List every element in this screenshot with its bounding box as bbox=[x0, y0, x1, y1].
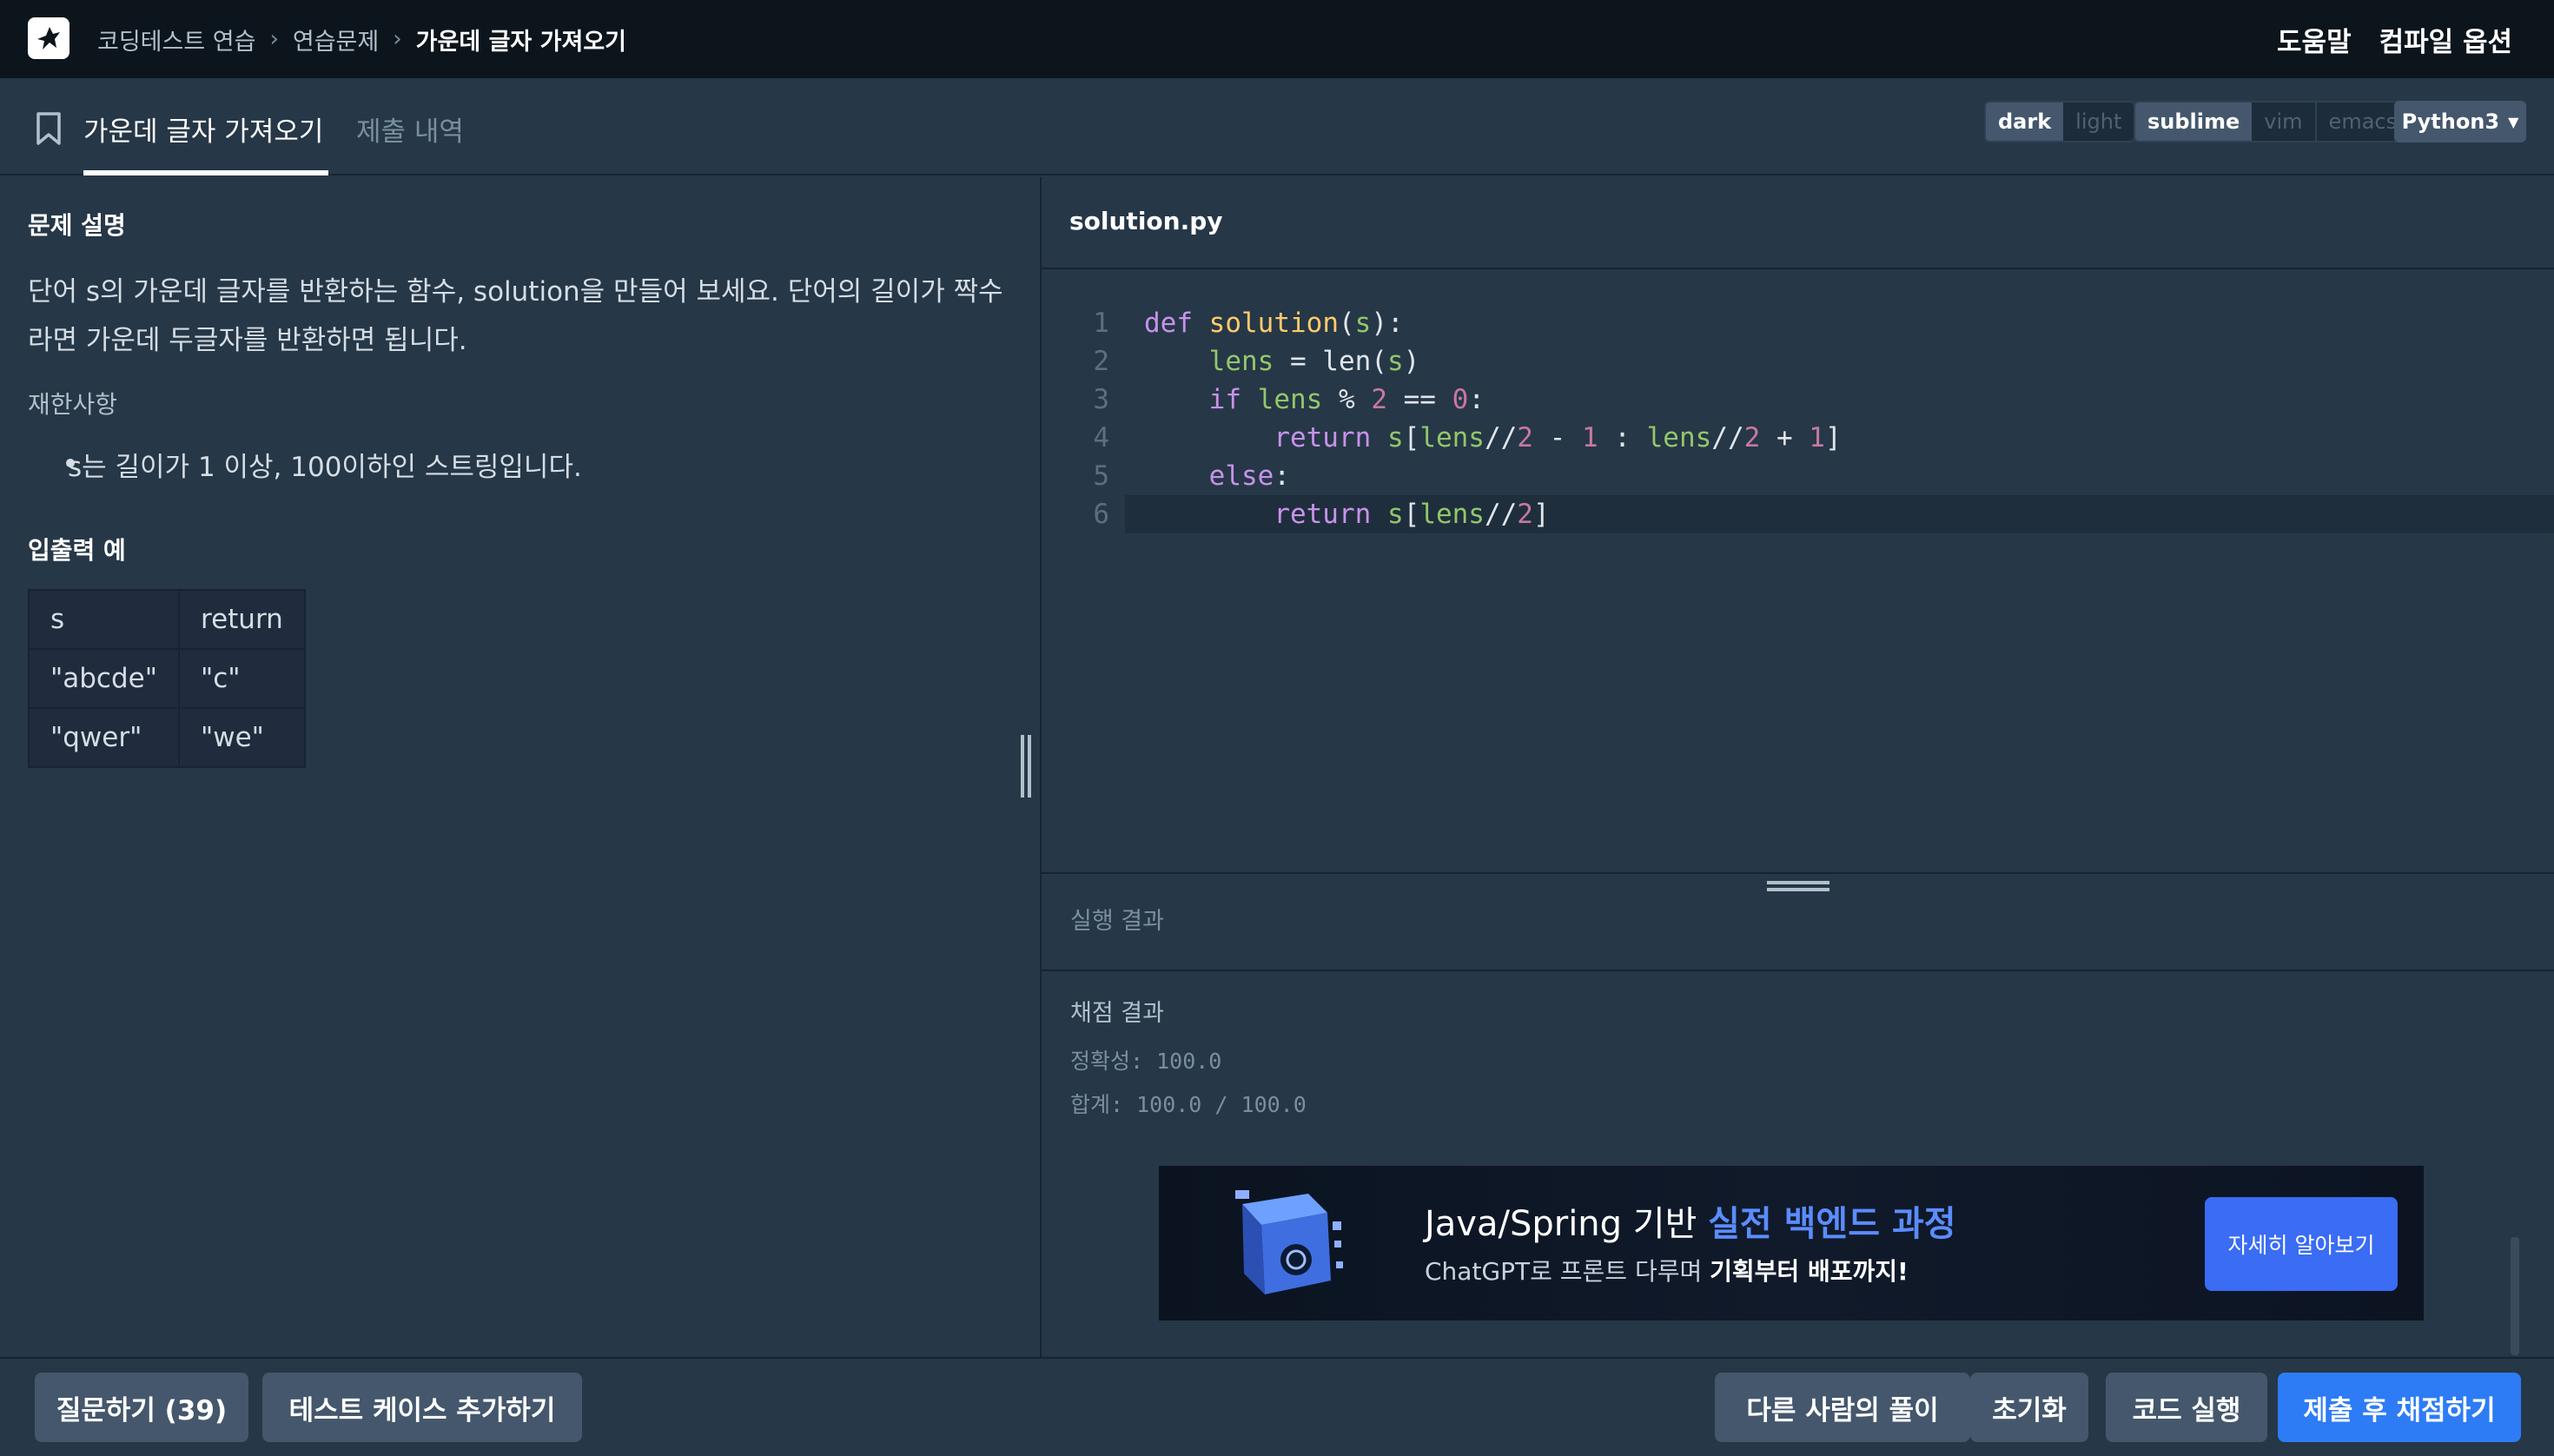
keymap-sublime-option[interactable]: sublime bbox=[2135, 103, 2253, 141]
add-testcase-button[interactable]: 테스트 케이스 추가하기 bbox=[262, 1373, 582, 1442]
ad-headline-plain: Java/Spring 기반 bbox=[1425, 1204, 1709, 1244]
table-header-row: s return bbox=[28, 589, 306, 650]
results-scrollbar[interactable] bbox=[2511, 1237, 2519, 1355]
table-row: "abcde" "c" bbox=[28, 648, 306, 709]
theme-dark-option[interactable]: dark bbox=[1986, 103, 2064, 141]
code-line: 1 def solution(s): bbox=[1042, 304, 2554, 342]
grade-result-title: 채점 결과 bbox=[1070, 1000, 1164, 1027]
filename-label: solution.py bbox=[1069, 207, 1223, 235]
tab-submissions[interactable]: 제출 내역 bbox=[356, 109, 464, 149]
line-number: 1 bbox=[1093, 308, 1109, 339]
total-text: 합계: 100.0 / 100.0 bbox=[1070, 1092, 1307, 1117]
programmers-logo[interactable] bbox=[28, 17, 69, 59]
breadcrumb: 코딩테스트 연습 › 연습문제 › 가운데 글자 가져오기 bbox=[97, 0, 626, 78]
code-line-current: 6 return s[lens//2] bbox=[1093, 495, 2554, 533]
chevron-right-icon: › bbox=[269, 26, 279, 52]
bird-logo-icon bbox=[37, 27, 60, 50]
ad-subline: ChatGPT로 프론트 다루며 기획부터 배포까지! bbox=[1425, 1253, 1909, 1287]
code-editor[interactable]: 1 def solution(s): 2 lens = len(s) 3 if … bbox=[1042, 269, 2554, 872]
limit-item: s는 길이가 1 이상, 100이하인 스트링입니다. bbox=[68, 452, 582, 483]
run-code-button[interactable]: 코드 실행 bbox=[2106, 1373, 2267, 1442]
code-text: else: bbox=[1208, 460, 1290, 492]
horizontal-divider bbox=[1042, 872, 2554, 874]
active-tab-indicator bbox=[83, 170, 328, 175]
chevron-right-icon: › bbox=[393, 26, 402, 52]
table-header: return bbox=[178, 589, 306, 650]
reset-button[interactable]: 초기화 bbox=[1970, 1373, 2088, 1442]
horizontal-resize-handle[interactable] bbox=[1767, 881, 1829, 897]
limits-title: 재한사항 bbox=[28, 390, 118, 419]
table-cell: "qwer" bbox=[28, 707, 180, 768]
top-right-menu: 도움말 컴파일 옵션 bbox=[2277, 0, 2512, 78]
line-number: 5 bbox=[1093, 460, 1109, 492]
breadcrumb-coding-test[interactable]: 코딩테스트 연습 bbox=[97, 23, 255, 56]
others-solutions-button[interactable]: 다른 사람의 풀이 bbox=[1715, 1373, 1970, 1442]
code-line: 4 return s[lens//2 - 1 : lens//2 + 1] bbox=[1042, 419, 2554, 457]
ad-learn-more-button[interactable]: 자세히 알아보기 bbox=[2205, 1197, 2398, 1291]
theme-toggle: dark light bbox=[1984, 101, 2136, 142]
run-result-title: 실행 결과 bbox=[1070, 908, 1164, 935]
table-header: s bbox=[28, 589, 180, 650]
tab-problem[interactable]: 가운데 글자 가져오기 bbox=[83, 109, 323, 149]
ad-subline-strong: 기획부터 배포까지! bbox=[1710, 1257, 1909, 1286]
line-number: 6 bbox=[1093, 499, 1109, 530]
results-divider bbox=[1042, 970, 2554, 971]
compile-options-link[interactable]: 컴파일 옵션 bbox=[2379, 20, 2512, 59]
submit-button[interactable]: 제출 후 채점하기 bbox=[2278, 1373, 2521, 1442]
tab-bar: 가운데 글자 가져오기 제출 내역 dark light sublime vim… bbox=[0, 78, 2554, 175]
bookmark-icon[interactable] bbox=[33, 111, 64, 146]
spring-boot-box-icon bbox=[1235, 1190, 1343, 1294]
code-text: if lens % 2 == 0: bbox=[1208, 384, 1485, 415]
line-number: 3 bbox=[1093, 384, 1109, 415]
keymap-vim-option[interactable]: vim bbox=[2252, 103, 2317, 141]
vertical-resize-handle[interactable] bbox=[1016, 735, 1035, 797]
accuracy-text: 정확성: 100.0 bbox=[1070, 1049, 1222, 1074]
line-number: 4 bbox=[1093, 422, 1109, 453]
keymap-toggle: sublime vim emacs bbox=[2134, 101, 2412, 142]
ask-question-button[interactable]: 질문하기 (39) bbox=[35, 1373, 248, 1442]
examples-table: s return "abcde" "c" "qwer" "we" bbox=[28, 589, 306, 768]
code-text: return s[lens//2] bbox=[1274, 499, 1550, 530]
bottom-action-bar: 질문하기 (39) 테스트 케이스 추가하기 다른 사람의 풀이 초기화 코드 … bbox=[0, 1357, 2554, 1456]
top-navigation: 코딩테스트 연습 › 연습문제 › 가운데 글자 가져오기 도움말 컴파일 옵션 bbox=[0, 0, 2554, 78]
breadcrumb-current: 가운데 글자 가져오기 bbox=[415, 28, 627, 56]
table-row: "qwer" "we" bbox=[28, 707, 306, 768]
code-line: 2 lens = len(s) bbox=[1042, 342, 2554, 381]
ad-headline: Java/Spring 기반 실전 백엔드 과정 bbox=[1425, 1195, 1956, 1246]
code-line: 3 if lens % 2 == 0: bbox=[1042, 381, 2554, 419]
ad-headline-strong: 실전 백엔드 과정 bbox=[1708, 1204, 1956, 1244]
help-link[interactable]: 도움말 bbox=[2277, 20, 2352, 59]
problem-description-title: 문제 설명 bbox=[28, 211, 126, 240]
language-select[interactable]: Python3 ▼ bbox=[2394, 101, 2526, 142]
examples-title: 입출력 예 bbox=[28, 536, 126, 565]
ad-banner[interactable]: Java/Spring 기반 실전 백엔드 과정 ChatGPT로 프론트 다루… bbox=[1159, 1166, 2424, 1320]
code-text: return s[lens//2 - 1 : lens//2 + 1] bbox=[1274, 422, 1842, 453]
code-line: 5 else: bbox=[1042, 457, 2554, 495]
language-label: Python3 bbox=[2401, 109, 2500, 134]
code-text: lens = len(s) bbox=[1208, 346, 1420, 377]
theme-light-option[interactable]: light bbox=[2063, 103, 2134, 141]
breadcrumb-practice[interactable]: 연습문제 bbox=[293, 23, 379, 56]
ad-subline-plain: ChatGPT로 프론트 다루며 bbox=[1425, 1257, 1710, 1286]
line-number: 2 bbox=[1093, 346, 1109, 377]
table-cell: "we" bbox=[178, 707, 306, 768]
table-cell: "abcde" bbox=[28, 648, 180, 709]
table-cell: "c" bbox=[178, 648, 306, 709]
problem-panel: 문제 설명 단어 s의 가운데 글자를 반환하는 함수, solution을 만… bbox=[0, 177, 1041, 1357]
caret-down-icon: ▼ bbox=[2508, 113, 2519, 130]
code-text: def solution(s): bbox=[1144, 308, 1404, 339]
editor-header: solution.py bbox=[1042, 177, 2554, 269]
problem-description: 단어 s의 가운데 글자를 반환하는 함수, solution을 만들어 보세요… bbox=[28, 276, 1003, 356]
